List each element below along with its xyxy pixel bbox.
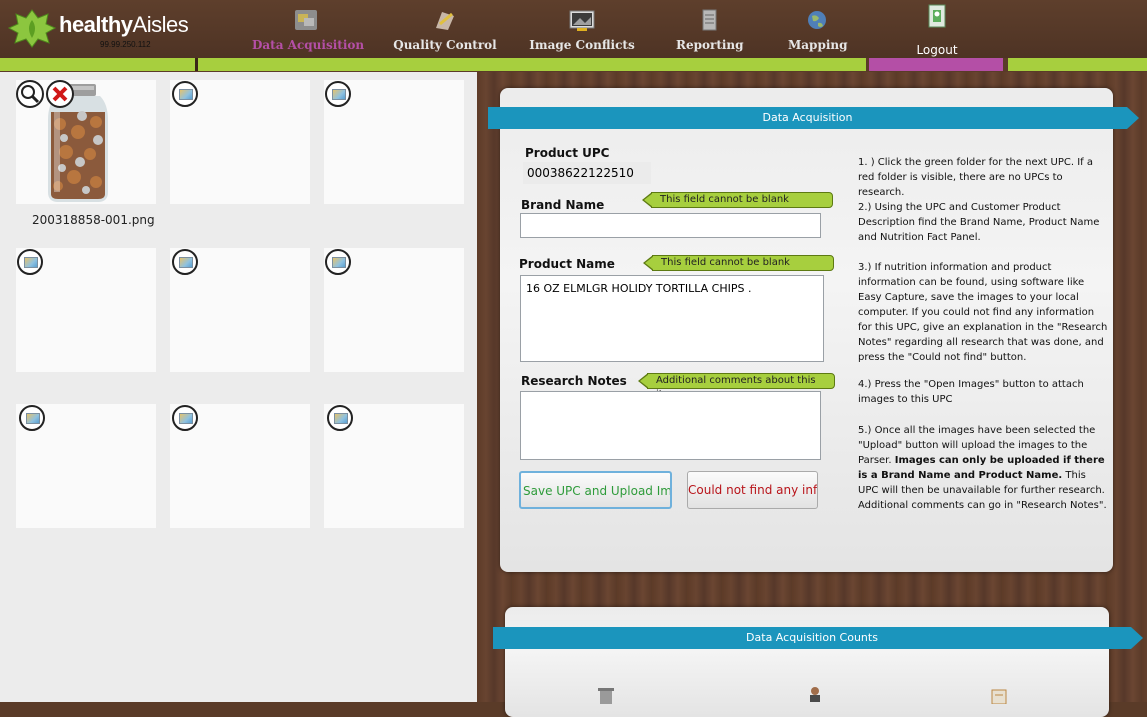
open-image-folder-icon[interactable] — [325, 81, 351, 107]
brand-required-hint: This field cannot be blank — [642, 192, 833, 208]
mapping-icon — [808, 11, 826, 29]
nav-logout[interactable]: Logout — [912, 0, 962, 58]
open-image-folder-icon[interactable] — [19, 405, 45, 431]
person-icon — [810, 687, 820, 702]
nav-quality-control[interactable]: Quality Control — [392, 0, 498, 58]
nav-label: Logout — [916, 43, 958, 57]
leaf-logo-icon — [8, 9, 56, 48]
nav-data-acquisition[interactable]: Data Acquisition — [252, 0, 365, 58]
counts-ribbon: Data Acquisition Counts — [493, 627, 1143, 649]
instruction-step-1: 1. ) Click the green folder for the next… — [858, 157, 1093, 198]
nav-label: Mapping — [788, 38, 848, 52]
instruction-step-2: 2.) Using the UPC and Customer Product D… — [858, 202, 1100, 243]
product-required-hint: This field cannot be blank — [643, 255, 834, 271]
brand-name-input[interactable] — [520, 213, 821, 238]
logout-icon — [928, 4, 946, 28]
data-acquisition-icon — [295, 10, 317, 30]
image-filename: 200318858-001.png — [32, 213, 155, 227]
nav-label: Reporting — [676, 38, 744, 52]
open-image-folder-icon[interactable] — [17, 249, 43, 275]
delete-image-icon[interactable] — [46, 80, 74, 108]
server-ip: 99.99.250.112 — [100, 40, 151, 49]
nav-label: Quality Control — [393, 38, 497, 52]
upc-label: Product UPC — [525, 146, 610, 160]
nav-reporting[interactable]: Reporting — [676, 0, 744, 58]
open-image-folder-icon[interactable] — [172, 249, 198, 275]
status-strip-2 — [198, 58, 866, 71]
logo-text: healthyAisles — [59, 12, 189, 37]
reporting-icon — [702, 9, 717, 31]
zoom-magnifier-icon[interactable] — [16, 80, 44, 108]
quality-control-icon — [436, 12, 454, 30]
product-name-label: Product Name — [519, 257, 615, 271]
open-image-folder-icon[interactable] — [325, 249, 351, 275]
open-image-folder-icon[interactable] — [172, 405, 198, 431]
data-acquisition-ribbon: Data Acquisition — [488, 107, 1139, 129]
status-strip-active — [869, 58, 1003, 71]
upc-value: 00038622122510 — [523, 162, 651, 184]
nav-image-conflicts[interactable]: Image Conflicts — [528, 0, 636, 58]
instruction-step-5: 5.) Once all the images have been select… — [858, 425, 1107, 511]
open-image-folder-icon[interactable] — [172, 81, 198, 107]
research-notes-label: Research Notes — [521, 374, 627, 388]
status-strip-3 — [1008, 58, 1147, 71]
nav-label: Data Acquisition — [252, 38, 365, 52]
instruction-step-4: 4.) Press the "Open Images" button to at… — [858, 379, 1084, 405]
instruction-step-3: 3.) If nutrition information and product… — [858, 262, 1108, 363]
could-not-find-button[interactable]: Could not find any info — [687, 471, 818, 509]
nav-mapping[interactable]: Mapping — [788, 0, 848, 58]
status-strip-1 — [0, 58, 195, 71]
save-upc-upload-button[interactable]: Save UPC and Upload Images — [519, 471, 672, 509]
research-notes-textarea[interactable] — [520, 391, 821, 460]
brand-name-label: Brand Name — [521, 198, 605, 212]
nav-label: Image Conflicts — [529, 38, 635, 52]
image-conflicts-icon — [569, 10, 595, 31]
top-navigation-bar: healthyAisles 99.99.250.112 Data Acquisi… — [0, 0, 1147, 58]
product-name-textarea[interactable]: 16 OZ ELMLGR HOLIDY TORTILLA CHIPS . — [520, 275, 824, 362]
research-notes-hint: Additional comments about this item — [638, 373, 835, 400]
open-image-folder-icon[interactable] — [327, 405, 353, 431]
